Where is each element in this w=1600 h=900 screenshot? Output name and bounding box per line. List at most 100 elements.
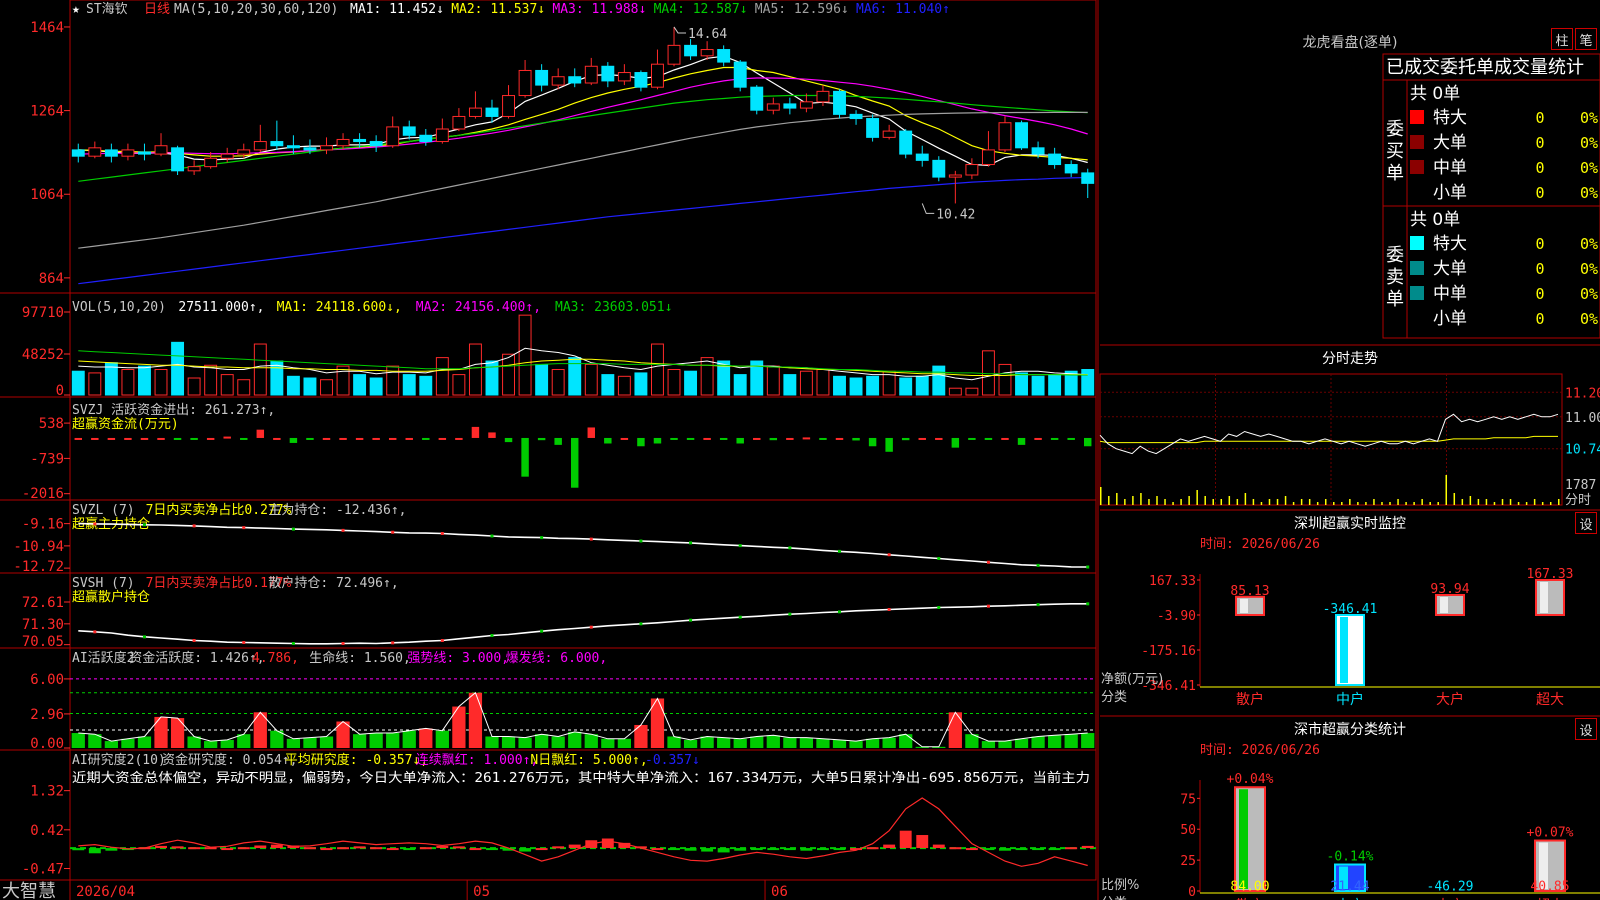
- stat-value: 0: [1535, 235, 1544, 253]
- activity-bar: [435, 730, 449, 748]
- stat-pct: 0%: [1580, 159, 1598, 177]
- volume-bar: [419, 375, 433, 396]
- activity-bar: [1081, 733, 1095, 748]
- brand-logo-text: 大智慧: [2, 881, 56, 900]
- intraday-volume-bar: [1445, 475, 1448, 505]
- cat-value-label: 21.44: [1330, 880, 1369, 895]
- volume-bar: [353, 374, 367, 396]
- stat-swatch: [1410, 110, 1424, 124]
- activity-bar: [535, 734, 549, 748]
- fund-flow-bar: [339, 437, 347, 440]
- activity-bar: [832, 739, 847, 748]
- svzl-dot: [440, 532, 444, 535]
- volume-bar: [187, 377, 201, 396]
- cat-pct-label: +0.04%: [1227, 772, 1274, 787]
- cat-bar: [1335, 613, 1365, 686]
- cat-bar: [1234, 786, 1266, 892]
- stat-value: 0: [1535, 109, 1544, 127]
- activity-bar: [584, 734, 598, 748]
- fund-flow-bar: [289, 437, 298, 443]
- candle: [899, 129, 913, 159]
- fund-flow-bar: [107, 437, 116, 440]
- volume-bar: [634, 372, 648, 396]
- candle: [684, 39, 698, 60]
- research-bar: [370, 847, 383, 850]
- fund-flow-bar: [819, 437, 827, 440]
- candle: [601, 62, 615, 88]
- y-tick-label: -10.94: [13, 539, 64, 555]
- activity-bar: [1031, 736, 1045, 748]
- intraday-volume-bar: [1308, 499, 1311, 505]
- intraday-volume-bar: [1405, 502, 1407, 505]
- intraday-volume-bar: [1172, 502, 1174, 505]
- fund-flow-bar: [173, 437, 182, 440]
- bar-mode-button[interactable]: 柱: [1551, 28, 1573, 50]
- candle: [1064, 160, 1078, 178]
- intraday-volume-bar: [1461, 499, 1464, 505]
- sz-class-settings-button[interactable]: 设: [1575, 718, 1597, 740]
- candle: [220, 147, 234, 163]
- intraday-volume-bar: [1493, 502, 1496, 505]
- research-bar: [883, 844, 896, 849]
- activity-bar: [204, 741, 218, 748]
- candle: [651, 49, 664, 90]
- candle: [866, 114, 880, 142]
- intraday-volume-bar: [1116, 493, 1118, 505]
- indicator-header-text: 生命线: 1.560,: [309, 650, 411, 666]
- intraday-volume-bar: [1421, 499, 1423, 505]
- volume-bar: [1081, 369, 1095, 396]
- intraday-volume-bar: [1236, 499, 1239, 505]
- svsh-dot: [391, 641, 395, 645]
- price-ma5-line: [78, 111, 1088, 249]
- research-bar: [452, 846, 465, 849]
- fund-flow-bar: [372, 437, 380, 440]
- fund-flow-bar: [537, 437, 546, 441]
- fund-flow-bar: [405, 437, 413, 440]
- sell-total: 共 0单: [1410, 210, 1460, 230]
- intraday-tick: 11.00: [1565, 411, 1600, 426]
- cat-xlabel: 分类: [1101, 690, 1127, 705]
- volume-bar: [1048, 374, 1062, 396]
- volume-bar: [204, 364, 218, 396]
- intraday-volume-bar: [1212, 499, 1214, 505]
- candle: [154, 133, 168, 157]
- research-bar: [320, 848, 333, 851]
- y-tick-label: 1.32: [30, 784, 64, 800]
- indicator-header-text: 散户持仓: 72.496↑,: [268, 575, 398, 591]
- y-tick-label: 2.96: [30, 707, 64, 723]
- intraday-volume-bar: [1549, 502, 1552, 505]
- candle: [171, 145, 185, 175]
- activity-bar: [899, 734, 913, 748]
- fund-flow-bar: [835, 437, 844, 440]
- fund-flow-bar: [753, 437, 761, 440]
- candle: [369, 135, 383, 152]
- candle: [71, 143, 85, 163]
- stat-value: 0: [1535, 285, 1544, 303]
- stat-name: 中单: [1433, 284, 1467, 304]
- research-bar: [651, 848, 664, 851]
- candle: [253, 124, 267, 152]
- activity-bar: [286, 738, 301, 748]
- research-bar: [270, 844, 283, 849]
- y-tick-label: 97710: [22, 305, 64, 321]
- fund-flow-bar: [984, 437, 993, 440]
- candle: [502, 85, 515, 119]
- volume-bar: [518, 314, 532, 396]
- svsh-dot: [540, 629, 544, 633]
- intraday-title: 分时走势: [1322, 351, 1378, 367]
- candle: [386, 116, 400, 148]
- sz-monitor-settings-button[interactable]: 设: [1575, 512, 1597, 534]
- stat-swatch: [1410, 261, 1424, 275]
- svsh-dot: [1086, 602, 1090, 606]
- pen-mode-button[interactable]: 笔: [1575, 28, 1597, 50]
- candle: [634, 70, 648, 92]
- research-bar: [155, 845, 167, 849]
- volume-bar: [320, 379, 333, 396]
- intraday-volume-bar: [1276, 499, 1279, 505]
- research-bar: [486, 848, 498, 851]
- svzl-dot: [689, 541, 693, 545]
- research-bar: [188, 847, 201, 850]
- ma-value-1: MA1: 11.452↓: [350, 2, 444, 17]
- indicator-header-text: MA1: 24118.600↓,: [277, 300, 402, 315]
- activity-bar: [485, 736, 499, 748]
